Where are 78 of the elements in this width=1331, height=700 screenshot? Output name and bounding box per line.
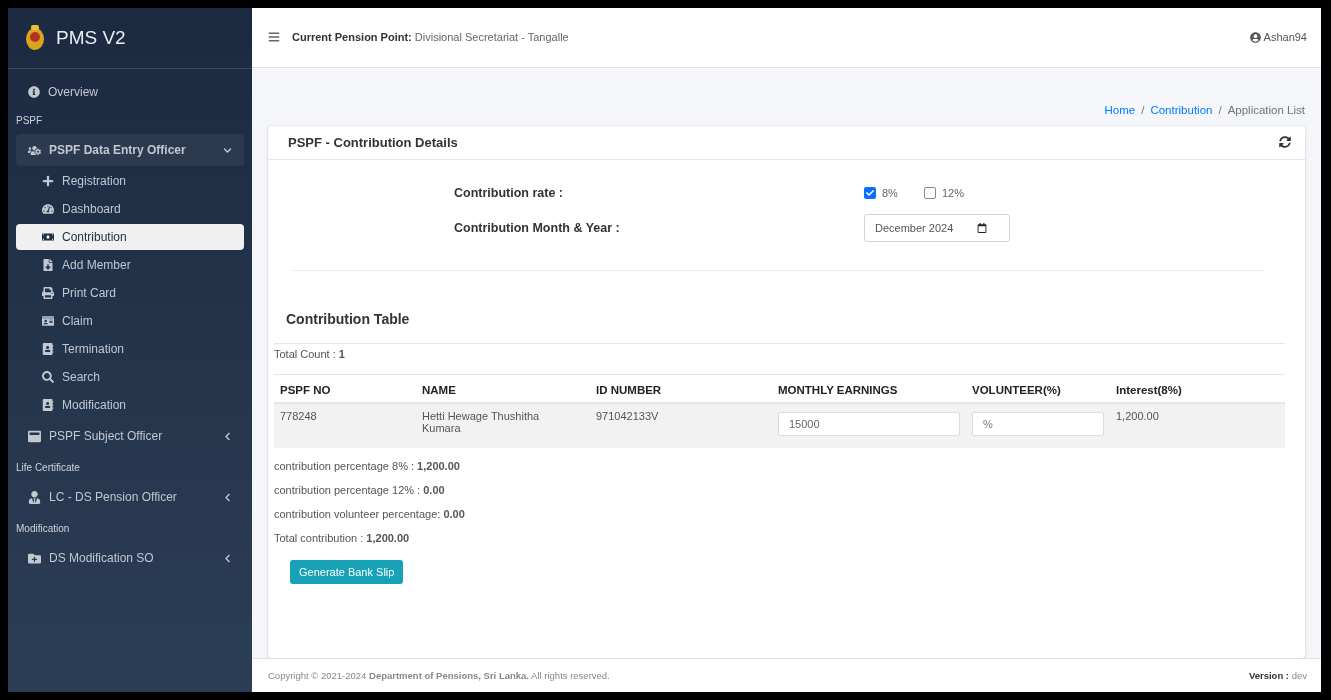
checkbox-label: 8%	[882, 186, 898, 199]
app-title: PMS V2	[56, 27, 126, 49]
field-label: Contribution Month & Year :	[454, 220, 621, 235]
column-header: VOLUNTEER(%)	[966, 374, 1110, 403]
sidebar-item[interactable]: Add Member	[16, 252, 244, 278]
sidebar-group[interactable]: PSPF Subject Officer	[16, 420, 244, 452]
calendar-icon[interactable]	[977, 222, 988, 233]
folder-icon	[28, 551, 41, 565]
emblem-logo-icon	[24, 23, 46, 53]
column-header: ID NUMBER	[590, 374, 772, 403]
pension-point-text: Current Pension Point: Divisional Secretariat - Tangalle	[292, 31, 570, 44]
sidebar-group[interactable]: PSPF Data Entry Officer	[16, 134, 244, 166]
sidebar-section-heading: Modification	[16, 522, 71, 536]
user-link[interactable]: Ashan94	[1249, 31, 1307, 44]
total-count-text: Total Count : 1	[274, 347, 345, 360]
chevron-left-icon	[223, 492, 232, 502]
column-header: NAME	[416, 374, 590, 403]
checkbox[interactable]	[864, 186, 876, 199]
sidebar-item[interactable]: Dashboard	[16, 196, 244, 222]
copyright-text: Copyright © 2021-2024 Department of Pensions, Sri Lanka. All rights reserved.	[268, 669, 610, 681]
month-input-field[interactable]: December 2024	[864, 213, 1010, 242]
menu-icon[interactable]	[268, 31, 280, 44]
table-cell: 778248	[274, 402, 416, 448]
contact-card-icon	[42, 343, 54, 355]
plus-icon	[42, 175, 54, 187]
sidebar-item[interactable]: Registration	[16, 168, 244, 194]
user-icon	[1249, 31, 1261, 43]
summary-text: Total contribution : 1,200.00	[274, 531, 410, 544]
search-icon	[42, 371, 54, 383]
sidebar-item[interactable]: Print Card	[16, 280, 244, 306]
volunteer-input-field[interactable]: %	[972, 411, 1104, 436]
sidebar-group[interactable]: LC - DS Pension Officer	[16, 481, 244, 513]
dashboard-icon	[42, 203, 54, 215]
sidebar-item[interactable]: Claim	[16, 308, 244, 334]
contact-card-icon	[42, 399, 54, 411]
field-label: Contribution rate :	[454, 185, 564, 200]
summary-text: contribution volunteer percentage: 0.00	[274, 507, 465, 520]
card-title: PSPF - Contribution Details	[288, 134, 458, 150]
current-page-text: Application List	[1227, 103, 1305, 116]
users-icon	[28, 143, 41, 157]
version-text: Version : dev	[1248, 669, 1307, 681]
sidebar-section-heading: Life Certificate	[16, 461, 81, 475]
print-icon	[42, 287, 54, 299]
sidebar-item[interactable]: Overview	[16, 79, 244, 105]
summary-text: contribution percentage 12% : 0.00	[274, 483, 445, 496]
chevron-left-icon	[223, 431, 232, 441]
table-cell: 1,200.00	[1110, 402, 1285, 448]
sidebar-item[interactable]: Contribution	[16, 224, 244, 250]
sidebar-item[interactable]: Search	[16, 364, 244, 390]
table-title: Contribution Table	[286, 310, 411, 327]
download-icon	[42, 259, 54, 271]
chevron-down-icon	[223, 145, 232, 155]
table-cell: 971042133V	[590, 402, 772, 448]
rate-checkbox[interactable]: 12%	[923, 186, 964, 199]
breadcrumb-link[interactable]: Contribution	[1150, 103, 1213, 116]
sidebar-item[interactable]: Termination	[16, 336, 244, 362]
column-header: MONTHLY EARNINGS	[772, 374, 966, 403]
table-cell: Hetti Hewage Thushitha Kumara	[416, 402, 590, 448]
money-icon	[42, 231, 54, 243]
checkbox-label: 12%	[941, 186, 964, 199]
rate-checkbox[interactable]: 8%	[864, 186, 898, 199]
breadcrumb-separator: /	[1218, 103, 1222, 116]
info-icon	[28, 86, 40, 98]
user-icon	[28, 490, 41, 504]
breadcrumb-separator: /	[1141, 103, 1145, 116]
chevron-left-icon	[223, 553, 232, 563]
summary-text: contribution percentage 8% : 1,200.00	[274, 459, 460, 472]
checkbox[interactable]	[923, 186, 936, 199]
sidebar-group[interactable]: DS Modification SO	[16, 542, 244, 574]
column-header: Interest(8%)	[1110, 374, 1285, 403]
earnings-input-field[interactable]: 15000	[778, 411, 960, 436]
sidebar-section-heading: PSPF	[16, 114, 44, 128]
sidebar-item[interactable]: Modification	[16, 392, 244, 418]
breadcrumb-link[interactable]: Home	[1104, 103, 1136, 116]
column-header: PSPF NO	[274, 374, 416, 403]
refresh-icon[interactable]	[1279, 136, 1291, 149]
id-card-icon	[42, 315, 54, 327]
window-icon	[28, 429, 41, 443]
